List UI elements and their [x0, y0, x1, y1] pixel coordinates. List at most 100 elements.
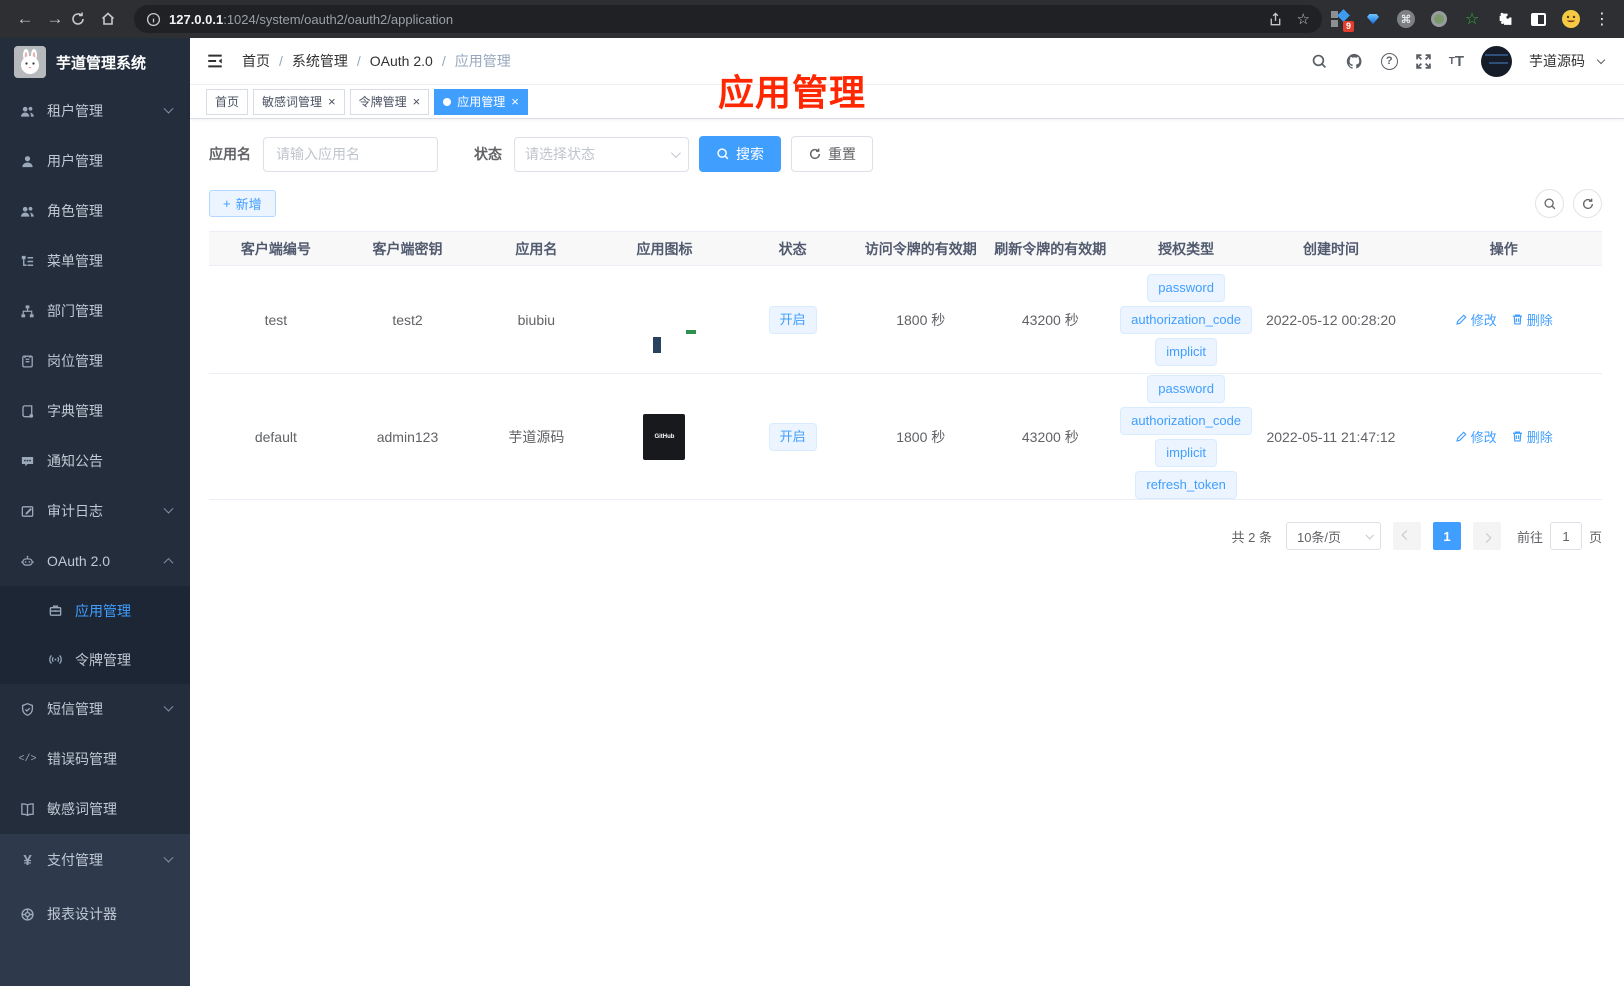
search-icon[interactable] [1311, 53, 1328, 70]
close-icon[interactable]: × [328, 95, 336, 108]
sidebar-item-notice[interactable]: 通知公告 [0, 436, 190, 486]
logo-rabbit-image [14, 46, 46, 78]
sidebar-item-error-code[interactable]: </> 错误码管理 [0, 734, 190, 784]
navbar-actions: ? TT 芋道源码 [1311, 45, 1606, 77]
sidebar-item-user[interactable]: 用户管理 [0, 136, 190, 186]
help-icon[interactable]: ? [1380, 52, 1398, 70]
extension-gem-icon[interactable] [1363, 9, 1383, 29]
font-size-icon[interactable]: TT [1449, 53, 1464, 70]
status-badge[interactable]: 开启 [768, 422, 817, 451]
search-button[interactable]: 搜索 [699, 136, 781, 172]
extension-tabs-icon[interactable]: 9 [1330, 9, 1354, 32]
url-path: :1024/system/oauth2/oauth2/application [223, 11, 454, 27]
breadcrumb-oauth[interactable]: OAuth 2.0 [370, 53, 433, 69]
oauth-submenu: 应用管理 令牌管理 [0, 586, 190, 684]
status-select[interactable]: 请选择状态 [514, 136, 689, 172]
sidebar-item-oauth-application[interactable]: 应用管理 [0, 586, 190, 635]
main-panel: 应用管理 首页 / 系统管理 / OAuth 2.0 / 应用管理 ? T T … [190, 38, 1624, 986]
extension-evernote-icon[interactable]: ☆ [1462, 9, 1482, 29]
sidebar-item-report-designer[interactable]: 报表设计器 [0, 886, 190, 942]
sidebar-item-oauth-token[interactable]: 令牌管理 [0, 635, 190, 684]
sidebar-item-post[interactable]: 岗位管理 [0, 336, 190, 386]
browser-menu-icon[interactable]: ⋮ [1594, 9, 1610, 29]
close-icon[interactable]: × [511, 95, 519, 108]
add-button[interactable]: + 新增 [209, 190, 276, 217]
page-unit-label: 页 [1588, 529, 1602, 545]
sidebar-item-pay[interactable]: ¥ 支付管理 [0, 834, 190, 886]
browser-home-icon[interactable] [100, 11, 130, 27]
col-actions: 操作 [1405, 231, 1602, 266]
prev-page-button[interactable] [1392, 522, 1421, 550]
logo[interactable]: 芋道管理系统 [0, 38, 190, 86]
page-size-select[interactable]: 10条/页 [1285, 522, 1381, 550]
refresh-table-button[interactable] [1573, 189, 1602, 218]
sidebar-item-label: 审计日志 [47, 503, 103, 519]
chevron-down-icon [163, 103, 174, 114]
col-created: 创建时间 [1256, 231, 1406, 266]
toggle-search-button[interactable] [1535, 189, 1564, 218]
status-badge[interactable]: 开启 [768, 305, 817, 334]
extension-record-icon[interactable] [1429, 9, 1449, 29]
fullscreen-icon[interactable] [1415, 53, 1432, 70]
sidebar-item-audit-log[interactable]: 审计日志 [0, 486, 190, 536]
bookmark-star-icon[interactable]: ☆ [1297, 10, 1310, 28]
browser-back-icon[interactable]: ← [10, 9, 40, 29]
extensions-area: 9 ⌘ ☆ ⋮ [1330, 9, 1614, 32]
tab-application[interactable]: 应用管理 × [434, 88, 528, 115]
app-name-input[interactable] [263, 136, 438, 172]
signal-icon [48, 652, 63, 667]
profile-avatar-icon[interactable] [1561, 9, 1581, 29]
address-bar[interactable]: 127.0.0.1:1024/system/oauth2/oauth2/appl… [134, 5, 1322, 33]
sidebar-item-sms[interactable]: 短信管理 [0, 684, 190, 734]
browser-reload-icon[interactable] [70, 11, 100, 27]
sidebar-item-label: 错误码管理 [47, 751, 117, 767]
tab-token[interactable]: 令牌管理 × [349, 88, 430, 115]
pagination: 共 2 条 10条/页 1 前往 页 [209, 522, 1602, 570]
tab-home[interactable]: 首页 [206, 88, 249, 115]
goto-page-input[interactable] [1549, 522, 1582, 550]
username: 芋道源码 [1529, 53, 1585, 69]
sidebar-item-dict[interactable]: 字典管理 [0, 386, 190, 436]
side-panel-icon[interactable] [1528, 9, 1548, 29]
sidebar-menu-lower: ¥ 支付管理 报表设计器 [0, 834, 190, 986]
users-icon [20, 204, 35, 219]
close-icon[interactable]: × [413, 95, 421, 108]
select-caret-icon [1365, 531, 1374, 540]
org-tree-icon [20, 304, 35, 319]
edit-button[interactable]: 修改 [1455, 310, 1497, 329]
open-book-icon [20, 802, 35, 817]
current-page-button[interactable]: 1 [1432, 522, 1461, 550]
top-navbar: 首页 / 系统管理 / OAuth 2.0 / 应用管理 ? T T 芋道源码 [190, 38, 1624, 85]
reset-button[interactable]: 重置 [791, 136, 873, 172]
delete-button[interactable]: 删除 [1511, 427, 1553, 446]
next-page-button[interactable] [1472, 522, 1501, 550]
sidebar-item-label: 租户管理 [47, 103, 103, 119]
extensions-puzzle-icon[interactable] [1495, 9, 1515, 29]
github-icon[interactable] [1345, 52, 1364, 71]
sidebar-collapse-icon[interactable] [206, 52, 224, 70]
extension-command-icon[interactable]: ⌘ [1396, 9, 1416, 29]
info-icon[interactable] [146, 12, 161, 27]
sidebar-item-sensitive-word[interactable]: 敏感词管理 [0, 784, 190, 834]
tab-sensitive-word[interactable]: 敏感词管理 × [253, 88, 345, 115]
sidebar-item-tenant[interactable]: 租户管理 [0, 86, 190, 136]
delete-button[interactable]: 删除 [1511, 310, 1553, 329]
browser-forward-icon[interactable]: → [40, 9, 70, 29]
breadcrumb-system[interactable]: 系统管理 [292, 51, 348, 71]
sidebar-item-label: 通知公告 [47, 453, 103, 469]
sidebar-item-dept[interactable]: 部门管理 [0, 286, 190, 336]
grant-tag: refresh_token [1135, 470, 1237, 499]
sidebar-item-menu[interactable]: 菜单管理 [0, 236, 190, 286]
avatar[interactable] [1481, 45, 1512, 77]
sidebar-item-role[interactable]: 角色管理 [0, 186, 190, 236]
col-access-ttl: 访问令牌的有效期 [856, 231, 985, 266]
edit-button[interactable]: 修改 [1455, 427, 1497, 446]
col-status: 状态 [728, 231, 857, 266]
user-menu-caret-icon[interactable] [1596, 55, 1606, 64]
trash-icon [1512, 314, 1522, 325]
share-icon[interactable] [1268, 11, 1283, 27]
chevron-right-icon [1482, 532, 1492, 543]
sidebar-item-oauth[interactable]: OAuth 2.0 [0, 536, 190, 586]
app-icon-image: GitHub [643, 413, 686, 460]
breadcrumb-home[interactable]: 首页 [242, 51, 270, 71]
